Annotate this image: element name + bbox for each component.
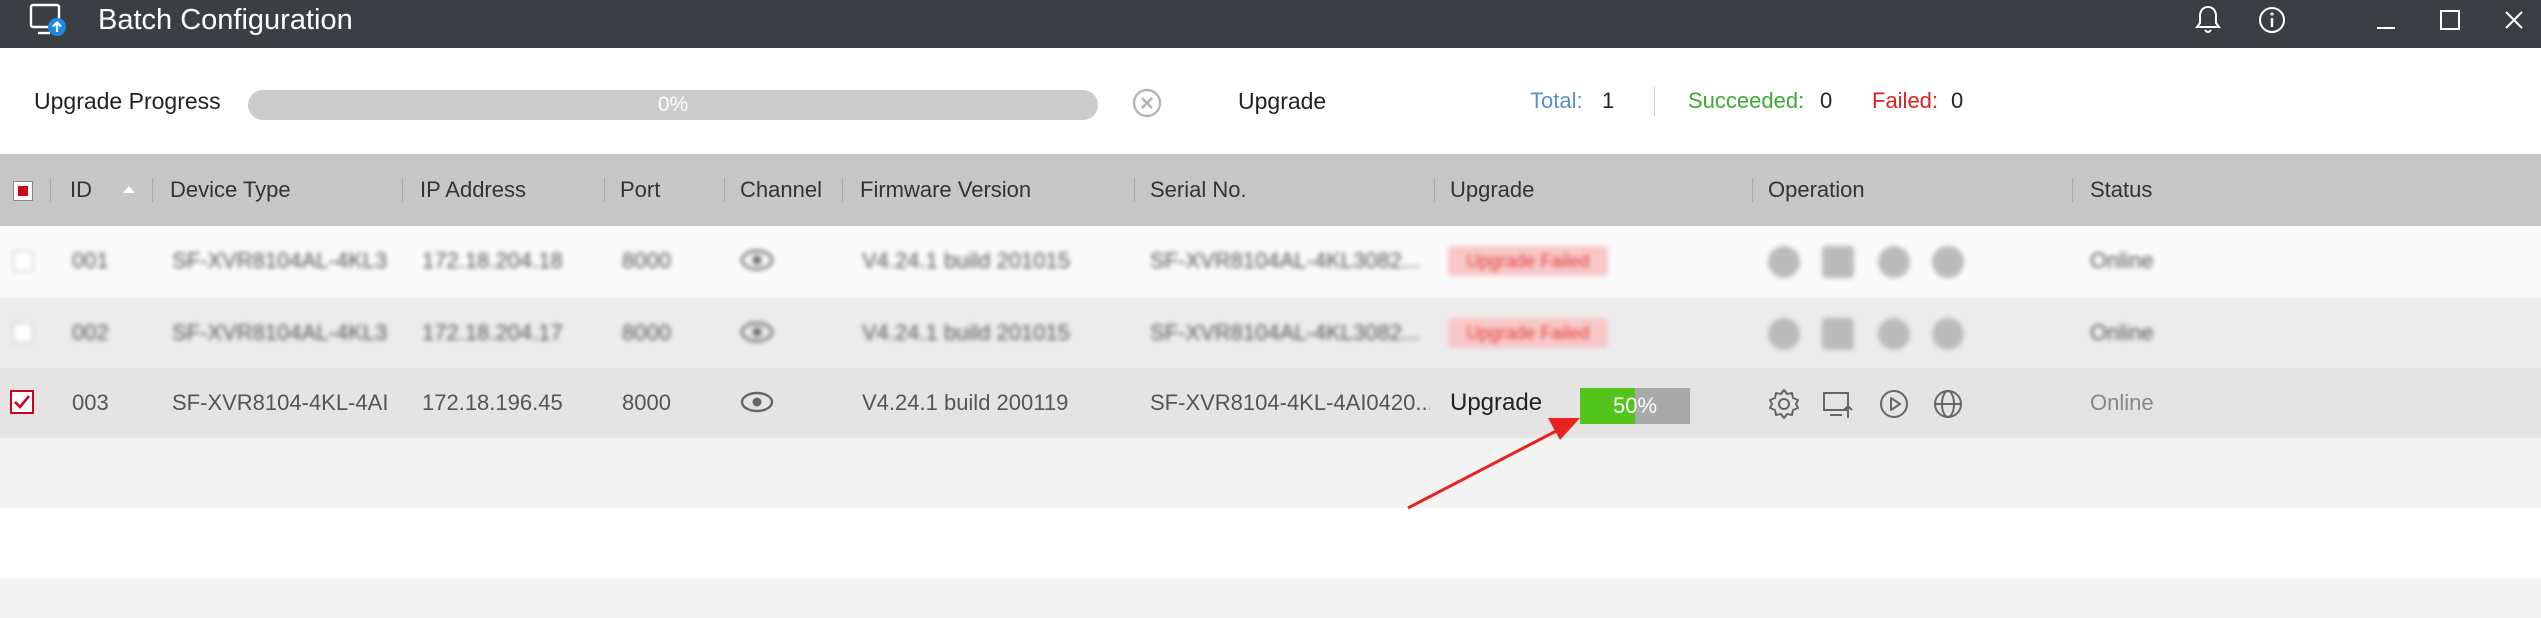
annotation-arrow [1407, 418, 1580, 510]
